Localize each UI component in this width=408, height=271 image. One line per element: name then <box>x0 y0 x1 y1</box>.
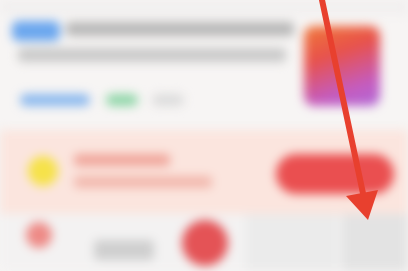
red-arrow-icon <box>319 0 378 220</box>
